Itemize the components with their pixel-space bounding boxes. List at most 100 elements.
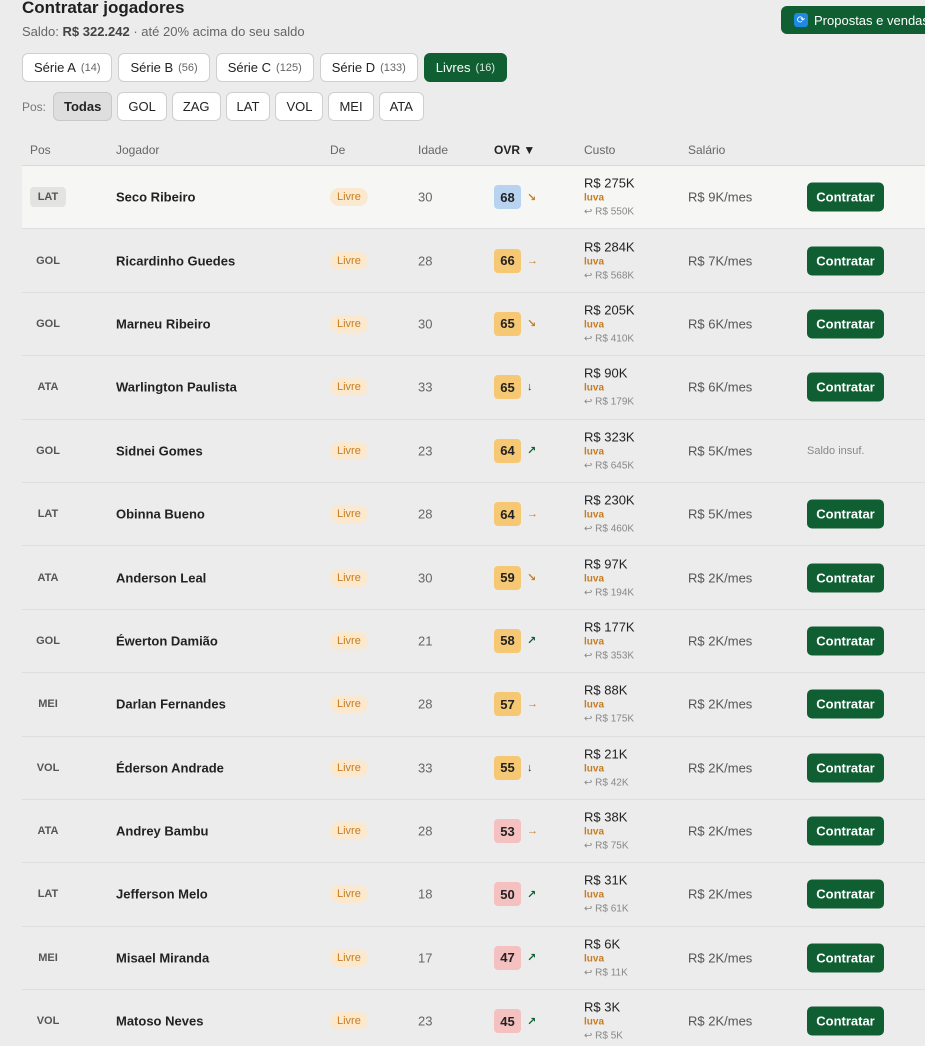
position-filter-todas[interactable]: Todas	[53, 92, 113, 121]
salary: R$ 7K/mes	[688, 253, 753, 269]
trend-icon: ↗	[527, 888, 537, 901]
player-age: 28	[418, 696, 433, 712]
position-badge: VOL	[36, 761, 60, 774]
cost-amount: R$ 97K	[584, 556, 628, 572]
player-name[interactable]: Darlan Fernandes	[116, 697, 226, 712]
position-filter-ata[interactable]: ATA	[378, 92, 424, 121]
player-name[interactable]: Seco Ribeiro	[116, 190, 195, 205]
table-row: VOL Éderson Andrade Livre 33 55 ↓ R$ 21K luva ↩ …	[22, 737, 925, 800]
column-from[interactable]: De	[330, 143, 345, 157]
player-name[interactable]: Obinna Bueno	[116, 507, 205, 522]
ovr-badge: 50	[494, 882, 521, 907]
resale-value: ↩ R$ 550K	[584, 206, 635, 218]
luva-label: luva	[584, 953, 605, 965]
player-name[interactable]: Sidnei Gomes	[116, 443, 203, 458]
player-age: 33	[418, 760, 433, 776]
ovr-badge: 55	[494, 755, 521, 780]
cost-amount: R$ 275K	[584, 175, 635, 191]
cost-cell: R$ 38K luva ↩ R$ 75K	[584, 811, 629, 852]
column-cost[interactable]: Custo	[584, 143, 615, 157]
cost-cell: R$ 177K luva ↩ R$ 353K	[584, 620, 635, 661]
hire-button[interactable]: Contratar	[807, 499, 884, 529]
from-badge: Livre	[330, 314, 368, 333]
ovr-cell: 64 →	[494, 502, 538, 527]
ovr-badge: 68	[494, 185, 521, 210]
column-age[interactable]: Idade	[418, 143, 448, 157]
player-name[interactable]: Éwerton Damião	[116, 633, 218, 648]
trend-icon: ↓	[527, 761, 533, 774]
tab-count: (56)	[178, 61, 198, 74]
column-salary[interactable]: Salário	[688, 143, 725, 157]
table-row: MEI Misael Miranda Livre 17 47 ↗ R$ 6K luva ↩ R$…	[22, 927, 925, 991]
hire-button[interactable]: Contratar	[807, 372, 884, 402]
tab-sriea[interactable]: Série A (14)	[22, 53, 113, 82]
player-name[interactable]: Éderson Andrade	[116, 760, 224, 775]
hire-button[interactable]: Contratar	[807, 689, 884, 719]
ovr-cell: 68 ↘	[494, 185, 536, 210]
luva-label: luva	[584, 256, 605, 268]
player-name[interactable]: Marneu Ribeiro	[116, 316, 211, 331]
position-filter-gol[interactable]: GOL	[117, 92, 167, 121]
hire-button[interactable]: Contratar	[807, 879, 884, 909]
table-row: LAT Jefferson Melo Livre 18 50 ↗ R$ 31K luva ↩ R…	[22, 863, 925, 927]
cost-cell: R$ 230K luva ↩ R$ 460K	[584, 494, 635, 535]
trend-icon: ↗	[527, 445, 537, 458]
hire-button[interactable]: Contratar	[807, 246, 884, 276]
ovr-cell: 58 ↗	[494, 628, 536, 653]
hire-button[interactable]: Contratar	[807, 816, 884, 846]
tab-srieb[interactable]: Série B (56)	[118, 53, 210, 82]
cost-cell: R$ 6K luva ↩ R$ 11K	[584, 937, 628, 978]
player-name[interactable]: Jefferson Melo	[116, 887, 208, 902]
resale-value: ↩ R$ 410K	[584, 333, 635, 345]
player-name[interactable]: Matoso Neves	[116, 1014, 203, 1029]
position-filter-vol[interactable]: VOL	[275, 92, 324, 121]
position-badge: GOL	[36, 254, 60, 267]
column-ovr-sorted[interactable]: OVR ▼	[494, 143, 535, 157]
trend-icon: →	[527, 825, 538, 838]
hire-button[interactable]: Contratar	[807, 943, 884, 973]
hire-button[interactable]: Contratar	[807, 753, 884, 783]
tab-count: (14)	[80, 61, 101, 74]
column-player[interactable]: Jogador	[116, 143, 159, 157]
column-pos[interactable]: Pos	[30, 143, 51, 157]
player-name[interactable]: Anderson Leal	[116, 570, 206, 585]
player-name[interactable]: Warlington Paulista	[116, 380, 237, 395]
tab-sried[interactable]: Série D (133)	[319, 53, 418, 82]
hire-button[interactable]: Contratar	[807, 563, 884, 593]
table-row: GOL Éwerton Damião Livre 21 58 ↗ R$ 177K luva ↩ …	[22, 610, 925, 674]
table-row: MEI Darlan Fernandes Livre 28 57 → R$ 88K luva ↩…	[22, 673, 925, 737]
tab-sriec[interactable]: Série C (125)	[215, 53, 314, 82]
player-age: 30	[418, 189, 433, 205]
ovr-badge: 64	[494, 502, 521, 527]
salary: R$ 2K/mes	[688, 570, 753, 586]
player-age: 21	[418, 633, 433, 649]
player-name[interactable]: Andrey Bambu	[116, 824, 208, 839]
position-filter-lat[interactable]: LAT	[225, 92, 271, 121]
ovr-badge: 59	[494, 565, 521, 590]
salary: R$ 2K/mes	[688, 823, 753, 839]
player-name[interactable]: Misael Miranda	[116, 950, 209, 965]
trend-icon: ↘	[527, 318, 537, 331]
hire-button[interactable]: Contratar	[807, 309, 884, 339]
player-age: 28	[418, 823, 433, 839]
resale-value: ↩ R$ 75K	[584, 840, 629, 852]
position-badge: LAT	[37, 508, 59, 521]
table-row: GOL Marneu Ribeiro Livre 30 65 ↘ R$ 205K luva ↩ …	[22, 293, 925, 357]
position-filter-zag[interactable]: ZAG	[171, 92, 221, 121]
hire-button[interactable]: Contratar	[807, 626, 884, 656]
proposals-sales-button[interactable]: ⟳ Propostas e vendas	[781, 6, 925, 34]
from-badge: Livre	[330, 758, 368, 777]
hire-button[interactable]: Contratar	[807, 1006, 884, 1036]
tab-livres[interactable]: Livres (16)	[423, 53, 508, 82]
ovr-cell: 53 →	[494, 819, 538, 844]
ovr-badge: 65	[494, 311, 521, 336]
position-filter-mei[interactable]: MEI	[328, 92, 374, 121]
player-name[interactable]: Ricardinho Guedes	[116, 253, 235, 268]
resale-value: ↩ R$ 179K	[584, 396, 635, 408]
hire-button[interactable]: Contratar	[807, 182, 884, 212]
balance-note: · até 20% acima do seu saldo	[133, 24, 305, 39]
player-age: 28	[418, 506, 433, 522]
position-badge: ATA	[37, 381, 59, 394]
ovr-cell: 45 ↗	[494, 1009, 536, 1034]
position-badge: GOL	[36, 317, 60, 330]
